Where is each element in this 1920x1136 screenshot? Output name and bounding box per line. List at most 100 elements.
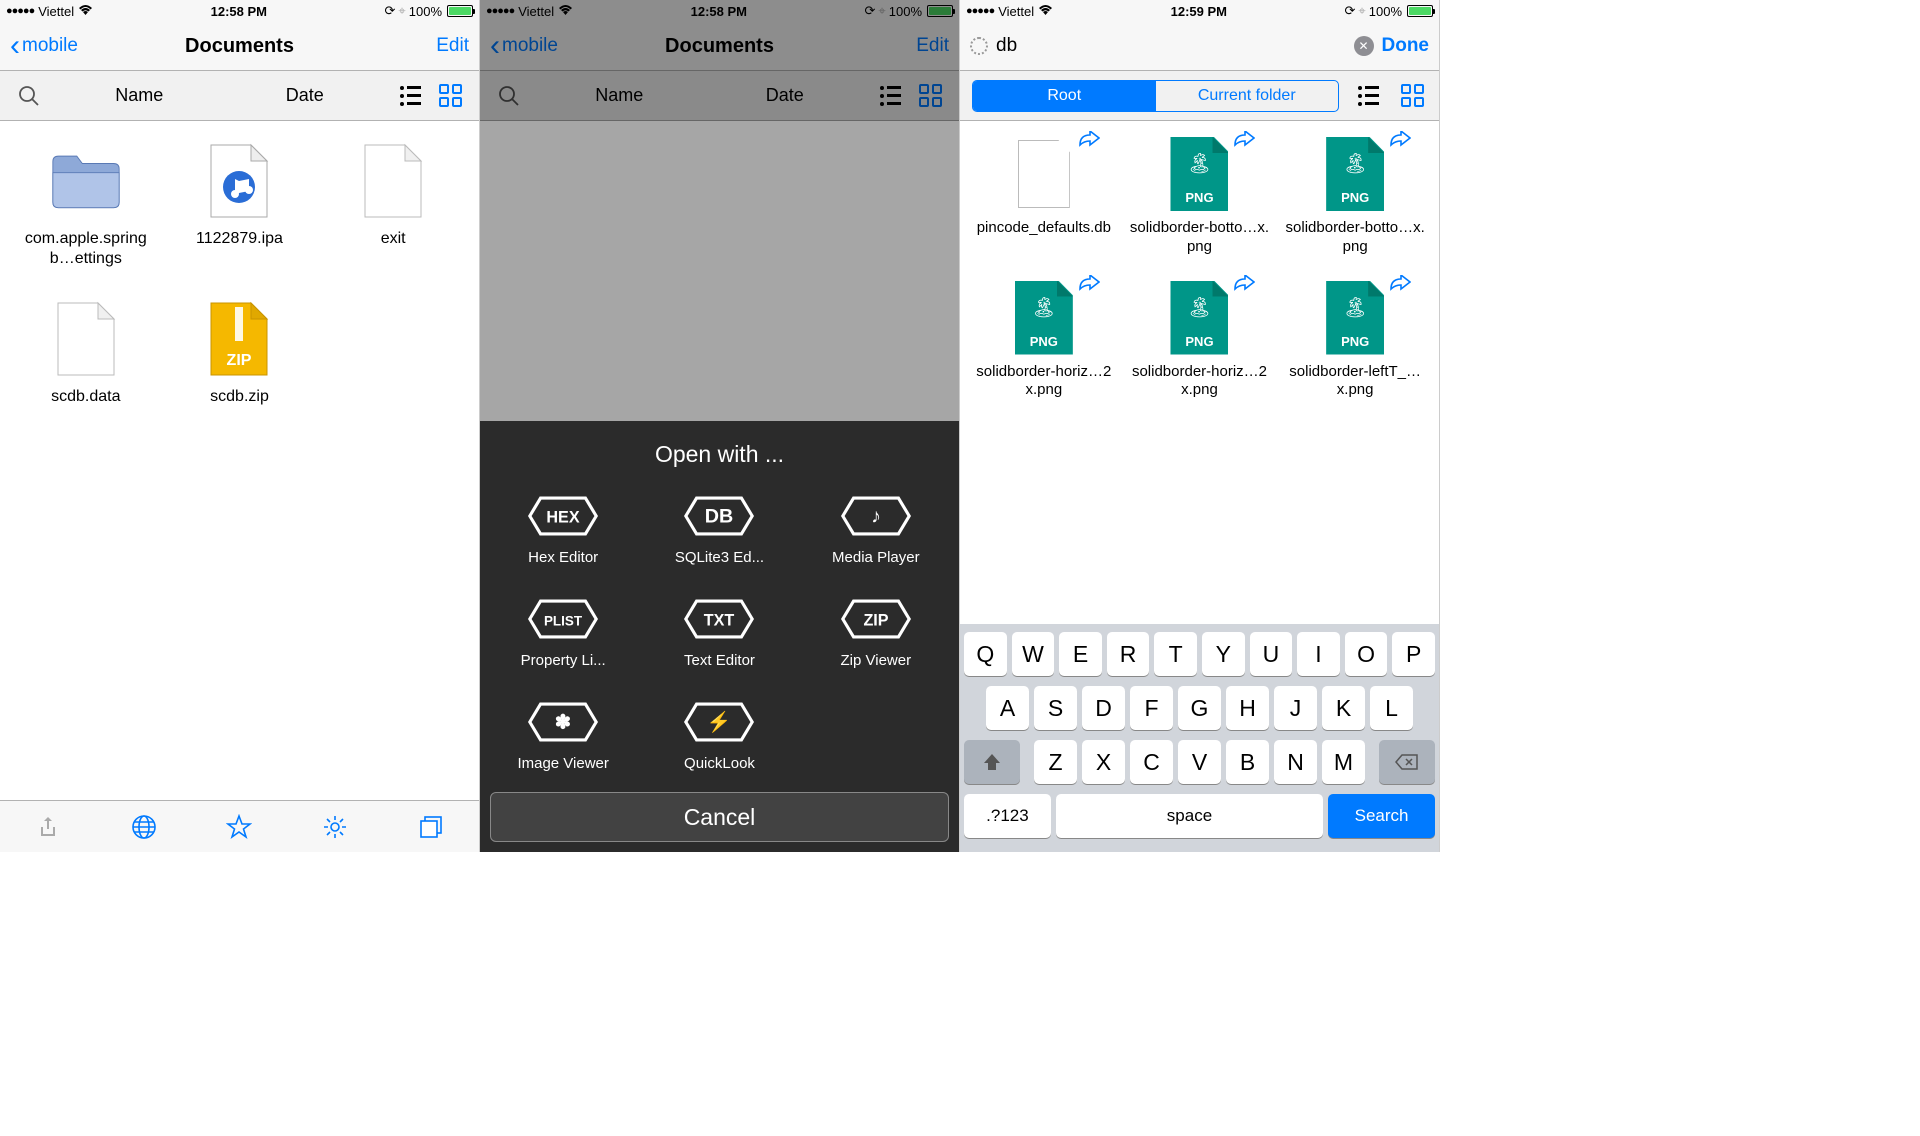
file-item-blank[interactable]: exit [321, 141, 465, 269]
share-tab[interactable] [32, 811, 64, 843]
sort-name-button[interactable]: Name [115, 85, 163, 106]
segment-root[interactable]: Root [973, 81, 1156, 111]
keyboard-key[interactable]: R [1107, 632, 1150, 676]
result-item[interactable]: 🏝PNG solidborder-horiz…2x.png [970, 281, 1118, 401]
keyboard-key[interactable]: B [1226, 740, 1269, 784]
list-view-button[interactable] [395, 81, 425, 111]
keyboard-key[interactable]: X [1082, 740, 1125, 784]
keyboard-key[interactable]: A [986, 686, 1029, 730]
grid-view-button[interactable] [435, 81, 465, 111]
app-badge-icon: HEX [528, 493, 598, 539]
search-key[interactable]: Search [1328, 794, 1435, 838]
result-item[interactable]: 🏝PNG solidborder-horiz…2x.png [1126, 281, 1274, 401]
result-name: pincode_defaults.db [977, 219, 1111, 238]
share-arrow-icon [1389, 275, 1411, 296]
open-with-app[interactable]: PLIST Property Li... [490, 596, 636, 669]
battery-icon [1407, 5, 1433, 17]
settings-tab[interactable] [319, 811, 351, 843]
svg-text:PLIST: PLIST [544, 613, 583, 628]
keyboard-key[interactable]: F [1130, 686, 1173, 730]
result-item[interactable]: 🏝PNG solidborder-botto…x.png [1126, 137, 1274, 257]
done-button[interactable]: Done [1382, 35, 1430, 57]
keyboard-key[interactable]: W [1012, 632, 1055, 676]
svg-text:HEX: HEX [547, 508, 580, 526]
sheet-title: Open with ... [490, 441, 949, 468]
document-icon [358, 141, 428, 221]
keyboard-key[interactable]: V [1178, 740, 1221, 784]
keyboard-key[interactable]: E [1059, 632, 1102, 676]
app-label: QuickLook [684, 755, 755, 772]
keyboard-key[interactable]: C [1130, 740, 1173, 784]
keyboard-key[interactable]: J [1274, 686, 1317, 730]
folder-icon [51, 141, 121, 221]
file-item-zip[interactable]: ZIP scdb.zip [168, 299, 312, 407]
document-icon [51, 299, 121, 379]
keyboard-key[interactable]: S [1034, 686, 1077, 730]
open-with-app[interactable]: DB SQLite3 Ed... [646, 493, 792, 566]
app-badge-icon: TXT [684, 596, 754, 642]
open-with-app[interactable]: ✽ Image Viewer [490, 699, 636, 772]
file-item-ipa[interactable]: 1122879.ipa [168, 141, 312, 269]
bluetooth-icon: ⌖ [1358, 3, 1365, 19]
page-title: Documents [185, 35, 294, 58]
keyboard-key[interactable]: O [1345, 632, 1388, 676]
number-key[interactable]: .?123 [964, 794, 1051, 838]
screen-3-search: ●●●●● Viettel 12:59 PM ⟳ ⌖ 100% ✕ Done R… [960, 0, 1440, 852]
file-name-label: scdb.data [51, 387, 120, 407]
globe-tab[interactable] [128, 811, 160, 843]
keyboard-key[interactable]: L [1370, 686, 1413, 730]
sort-date-button[interactable]: Date [286, 85, 324, 106]
keyboard-key[interactable]: G [1178, 686, 1221, 730]
file-name-label: com.apple.springb…ettings [16, 229, 156, 269]
result-item[interactable]: 🏝PNG solidborder-leftT_…x.png [1281, 281, 1429, 401]
app-label: Zip Viewer [841, 652, 912, 669]
keyboard-key[interactable]: K [1322, 686, 1365, 730]
delete-key[interactable] [1379, 740, 1435, 784]
battery-icon [447, 5, 473, 17]
open-with-app[interactable]: ZIP Zip Viewer [803, 596, 949, 669]
keyboard-key[interactable]: Z [1034, 740, 1077, 784]
keyboard-key[interactable]: T [1154, 632, 1197, 676]
clear-search-button[interactable]: ✕ [1354, 36, 1374, 56]
keyboard-key[interactable]: N [1274, 740, 1317, 784]
battery-percent: 100% [1369, 4, 1402, 19]
segment-current-folder[interactable]: Current folder [1156, 81, 1339, 111]
png-icon: 🏝PNG [1326, 281, 1384, 355]
app-badge-icon: DB [684, 493, 754, 539]
search-input[interactable] [996, 35, 1346, 57]
search-icon[interactable] [14, 81, 44, 111]
cancel-button[interactable]: Cancel [490, 792, 949, 842]
keyboard-key[interactable]: P [1392, 632, 1435, 676]
list-view-button[interactable] [1353, 81, 1383, 111]
shift-key[interactable] [964, 740, 1020, 784]
chevron-left-icon: ‹ [10, 31, 20, 61]
back-button[interactable]: ‹ mobile [10, 31, 78, 61]
space-key[interactable]: space [1056, 794, 1323, 838]
result-name: solidborder-botto…x.png [1285, 219, 1425, 257]
keyboard-key[interactable]: U [1250, 632, 1293, 676]
file-item-folder[interactable]: com.apple.springb…ettings [14, 141, 158, 269]
result-item[interactable]: pincode_defaults.db [970, 137, 1118, 257]
file-item-blank[interactable]: scdb.data [14, 299, 158, 407]
signal-dots-icon: ●●●●● [6, 5, 34, 17]
keyboard-key[interactable]: D [1082, 686, 1125, 730]
result-name: solidborder-botto…x.png [1129, 219, 1269, 257]
share-arrow-icon [1078, 275, 1100, 296]
grid-view-button[interactable] [1397, 81, 1427, 111]
open-with-app[interactable]: ⚡ QuickLook [646, 699, 792, 772]
keyboard-key[interactable]: H [1226, 686, 1269, 730]
app-label: Media Player [832, 549, 920, 566]
star-tab[interactable] [223, 811, 255, 843]
file-grid: com.apple.springb…ettings 1122879.ipa ex… [0, 121, 479, 427]
edit-button[interactable]: Edit [436, 35, 469, 57]
keyboard-key[interactable]: Y [1202, 632, 1245, 676]
result-item[interactable]: 🏝PNG solidborder-botto…x.png [1281, 137, 1429, 257]
keyboard-key[interactable]: Q [964, 632, 1007, 676]
windows-tab[interactable] [415, 811, 447, 843]
open-with-app[interactable]: ♪ Media Player [803, 493, 949, 566]
app-badge-icon: PLIST [528, 596, 598, 642]
keyboard-key[interactable]: M [1322, 740, 1365, 784]
open-with-app[interactable]: HEX Hex Editor [490, 493, 636, 566]
open-with-app[interactable]: TXT Text Editor [646, 596, 792, 669]
keyboard-key[interactable]: I [1297, 632, 1340, 676]
